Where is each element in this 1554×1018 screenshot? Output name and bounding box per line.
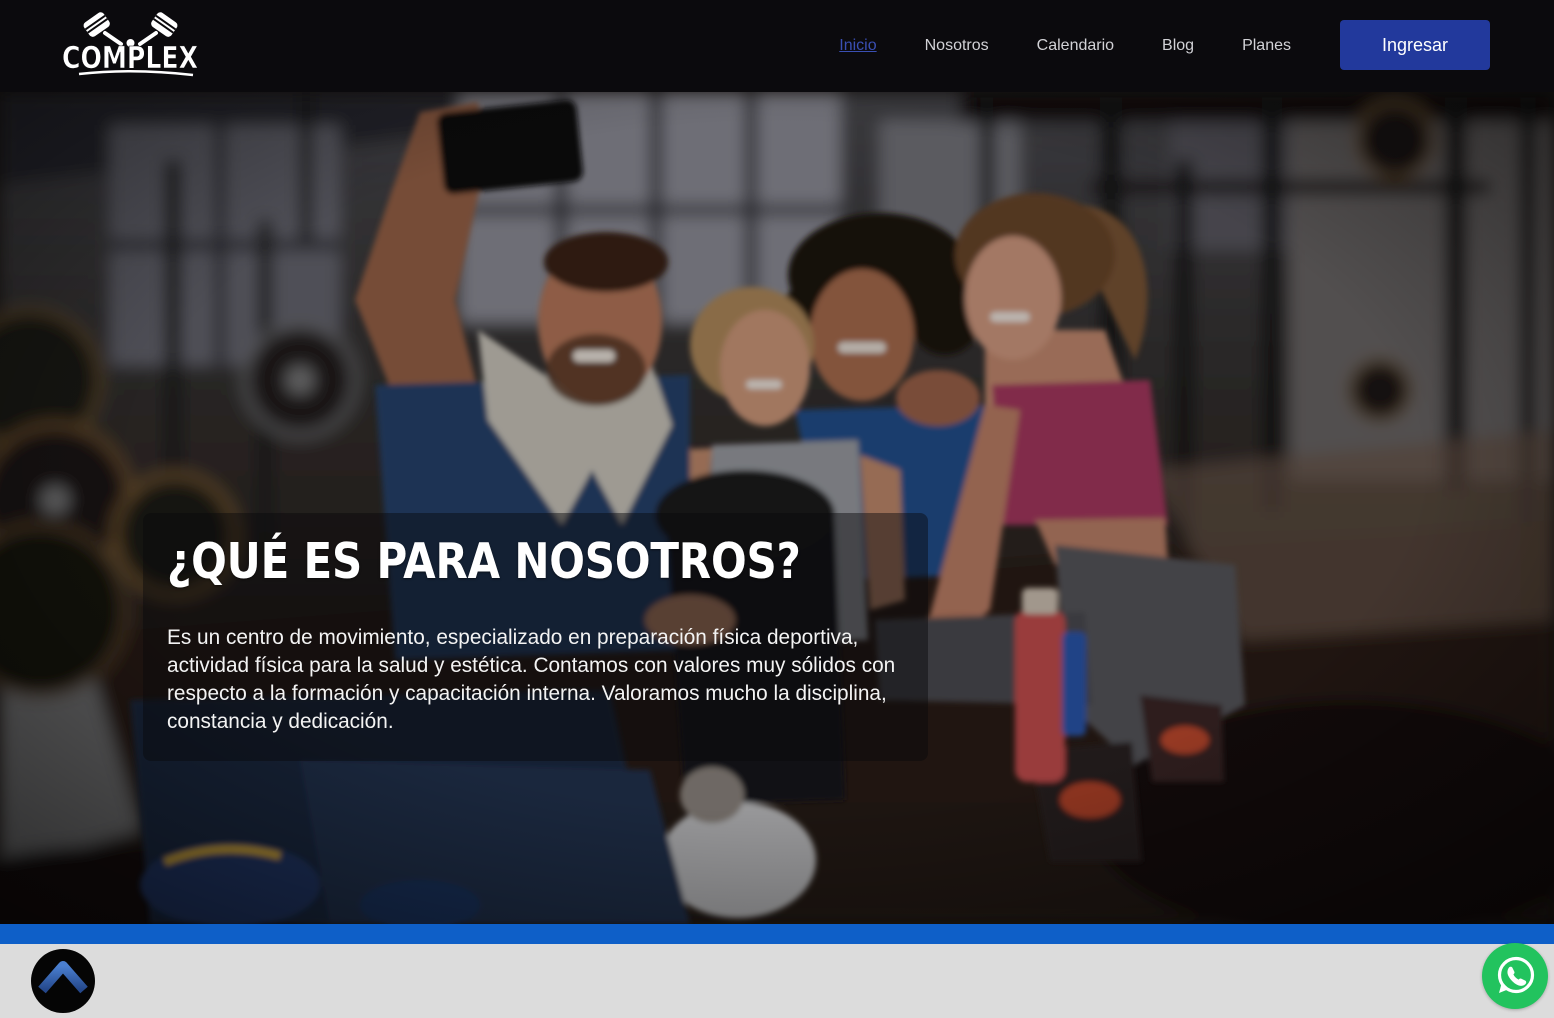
whatsapp-icon — [1497, 956, 1535, 994]
about-title: ¿QUÉ ES PARA NOSOTROS? — [167, 531, 801, 590]
photo-vignette — [0, 92, 1554, 924]
nav-item-calendario[interactable]: Calendario — [1037, 37, 1114, 55]
brand-logo[interactable]: COMPLEX — [61, 10, 201, 78]
nav-item-nosotros[interactable]: Nosotros — [925, 37, 989, 55]
hero-background-photo — [0, 92, 1554, 924]
login-button[interactable]: Ingresar — [1340, 20, 1490, 70]
about-description: Es un centro de movimiento, especializad… — [167, 626, 896, 733]
whatsapp-button[interactable] — [1482, 943, 1548, 1009]
nav-item-blog[interactable]: Blog — [1162, 37, 1194, 55]
main-nav: Inicio Nosotros Calendario Blog Planes — [839, 0, 1291, 92]
top-navigation-bar: COMPLEX Inicio Nosotros Calendario Blog … — [0, 0, 1554, 92]
nav-item-planes[interactable]: Planes — [1242, 37, 1291, 55]
nav-item-inicio[interactable]: Inicio — [839, 37, 876, 55]
chevron-up-icon — [38, 961, 88, 994]
about-card: ¿QUÉ ES PARA NOSOTROS? Es un centro de m… — [143, 513, 928, 761]
login-button-label: Ingresar — [1381, 34, 1449, 55]
scroll-to-top-button[interactable] — [31, 949, 95, 1013]
next-section — [0, 944, 1554, 1018]
hero-section: ¿QUÉ ES PARA NOSOTROS? Es un centro de m… — [0, 92, 1554, 924]
accent-stripe — [0, 924, 1554, 944]
